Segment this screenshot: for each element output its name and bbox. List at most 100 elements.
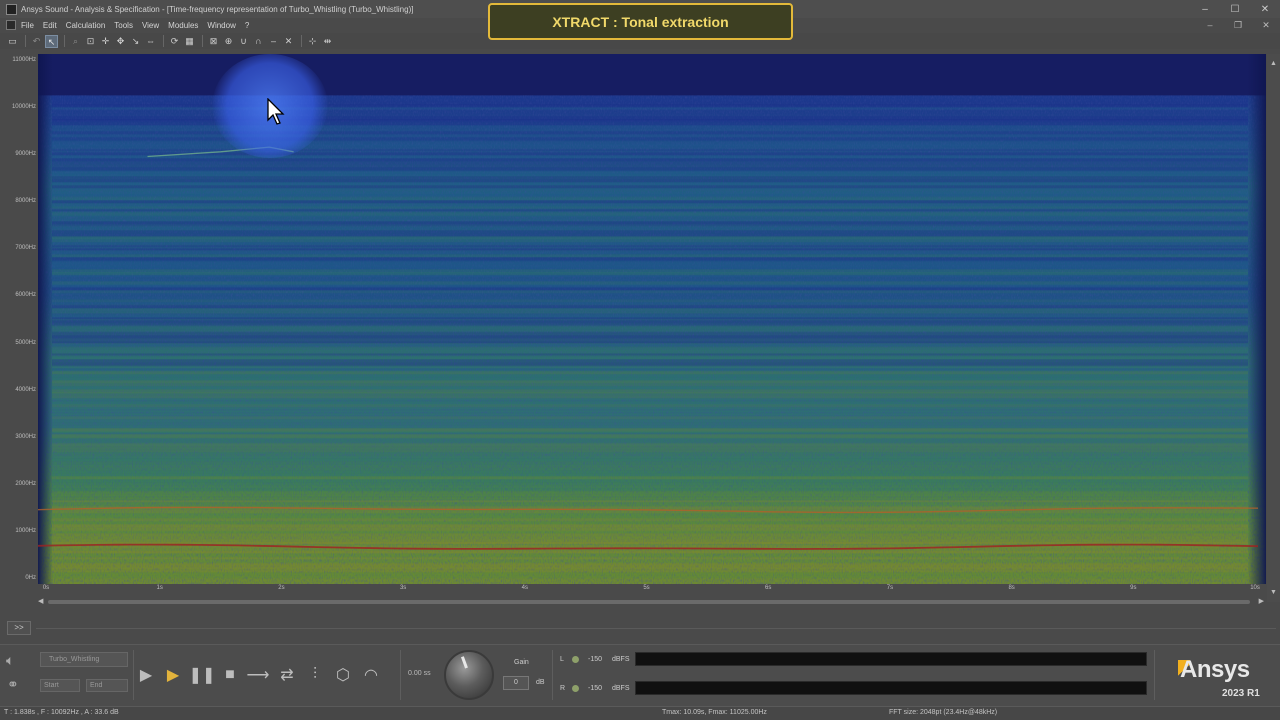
time-tick-label: 0s <box>42 585 50 591</box>
scroll-right-icon[interactable]: ▶ <box>1259 597 1264 605</box>
meter-unit-right: dBFS <box>612 685 630 692</box>
panel-separator <box>1154 650 1155 700</box>
spectrogram-plot[interactable] <box>38 54 1266 584</box>
panel-separator <box>133 650 134 700</box>
move-icon[interactable]: ⇹ <box>321 35 334 48</box>
time-tick-label: 5s <box>643 585 650 591</box>
time-tick-label: 9s <box>1130 585 1137 591</box>
scroll-left-icon[interactable]: ◀ <box>38 597 43 605</box>
gain-unit: dB <box>536 679 545 686</box>
play-selection-icon[interactable]: ▶ <box>162 664 184 686</box>
vertical-scrollbar[interactable]: ▲ ▼ <box>1267 54 1280 602</box>
range-status: Tmax: 10.09s, Fmax: 11025.00Hz <box>662 709 767 716</box>
menu-help[interactable]: ? <box>245 21 249 30</box>
menu-window[interactable]: Window <box>207 21 235 30</box>
toolbar-separator <box>25 35 26 47</box>
union-icon[interactable]: ∪ <box>237 35 250 48</box>
meter-led-right <box>572 685 579 692</box>
open-folder-icon[interactable]: ▭ <box>6 35 19 48</box>
frequency-tick-label: 1000Hz <box>15 527 36 534</box>
cube-icon[interactable]: ⬡ <box>332 664 354 686</box>
time-readout: 0.00 ss <box>408 670 431 677</box>
subtract-icon[interactable]: – <box>267 35 280 48</box>
frequency-tick-label: 8000Hz <box>15 198 36 205</box>
status-bar: T : 1.838s , F : 10092Hz , A : 33.6 dB T… <box>0 706 1280 720</box>
stop-icon[interactable]: ■ <box>219 664 241 686</box>
gain-knob[interactable] <box>444 650 494 700</box>
intersection-icon[interactable]: ∩ <box>252 35 265 48</box>
time-tick-label: 10s <box>1250 585 1260 591</box>
pan-icon[interactable]: ✥ <box>114 35 127 48</box>
frequency-axis: 0Hz 1000Hz 2000Hz 3000Hz 4000Hz 5000Hz 6000Hz 7… <box>0 54 38 584</box>
speaker-icon[interactable]: 🔈︎ <box>6 652 14 669</box>
frequency-tick-label: 0Hz <box>25 575 36 581</box>
spectrogram-canvas[interactable] <box>38 54 1266 584</box>
menu-file[interactable]: File <box>21 21 34 30</box>
menu-tools[interactable]: Tools <box>114 21 133 30</box>
menu-view[interactable]: View <box>142 21 159 30</box>
gain-label: Gain <box>514 659 529 666</box>
frequency-tick-label: 2000Hz <box>15 480 36 487</box>
document-icon[interactable] <box>6 20 16 30</box>
horizontal-scrollbar[interactable]: ◀ ▶ <box>38 597 1266 607</box>
level-meter-right <box>635 681 1147 695</box>
scroll-thumb[interactable] <box>48 600 1250 604</box>
mixer-icon[interactable]: ⫶ <box>304 664 326 686</box>
gain-input[interactable]: 0 <box>503 676 529 690</box>
next-arrow-icon[interactable]: ⟶ <box>247 664 270 686</box>
doc-close-button[interactable]: ✕ <box>1260 20 1272 31</box>
fft-status: FFT size: 2048pt (23.4Hz@48kHz) <box>889 709 998 716</box>
toolbar-separator <box>64 35 65 47</box>
scroll-up-icon[interactable]: ▲ <box>1267 60 1280 67</box>
select-pointer-icon[interactable]: ↖ <box>45 34 58 48</box>
meter-value-left: -150 <box>588 656 603 663</box>
meter-channel-left: L <box>560 656 564 663</box>
frequency-tick-label: 7000Hz <box>15 245 36 252</box>
undo-icon[interactable]: ↶ <box>30 35 43 48</box>
gauge-icon[interactable]: ◠ <box>360 664 382 686</box>
marker-icon[interactable]: ⊹ <box>306 35 319 48</box>
minimize-button[interactable]: – <box>1198 4 1212 15</box>
zoom-box-icon[interactable]: ⊡ <box>84 35 97 48</box>
meter-value-right: -150 <box>588 685 603 692</box>
meter-led-left <box>572 656 579 663</box>
mouse-cursor-icon <box>267 98 285 125</box>
scroll-down-icon[interactable]: ▼ <box>1267 589 1280 596</box>
menu-edit[interactable]: Edit <box>43 21 57 30</box>
end-field[interactable]: End <box>86 679 128 692</box>
pause-icon[interactable]: ❚❚ <box>189 664 216 686</box>
frequency-tick-label: 9000Hz <box>15 151 36 158</box>
expand-panel-button[interactable]: >> <box>7 621 31 635</box>
pick-icon[interactable]: ↘ <box>129 35 142 48</box>
time-tick-label: 1s <box>156 585 163 591</box>
level-meter-left <box>635 652 1147 666</box>
loop-icon[interactable]: ⇄ <box>276 664 298 686</box>
clear-selection-icon[interactable]: ✕ <box>282 35 295 48</box>
fit-icon[interactable]: ⇔ <box>144 35 157 48</box>
time-tick-label: 8s <box>1008 585 1015 591</box>
mask-tool-icon[interactable]: ⊠ <box>207 35 220 48</box>
doc-restore-button[interactable]: ❐ <box>1232 20 1244 31</box>
crosshair-icon[interactable]: ✛ <box>99 35 112 48</box>
toolbar-separator <box>163 35 164 47</box>
track-name-field[interactable]: Turbo_Whistling <box>40 652 128 667</box>
toolbar-separator <box>202 35 203 47</box>
doc-minimize-button[interactable]: – <box>1204 20 1216 30</box>
close-button[interactable]: ✕ <box>1258 4 1272 15</box>
zoom-icon[interactable]: ⌕ <box>69 35 82 48</box>
start-field[interactable]: Start <box>40 679 80 692</box>
version-label: 2023 R1 <box>1222 688 1260 699</box>
time-tick-label: 4s <box>521 585 528 591</box>
link-icon[interactable]: ⚭ <box>7 676 19 693</box>
play-icon[interactable]: ▶ <box>135 664 157 686</box>
menu-modules[interactable]: Modules <box>168 21 198 30</box>
maximize-button[interactable]: ☐ <box>1228 4 1242 15</box>
grid-icon[interactable]: ▦ <box>183 35 196 48</box>
menu-calculation[interactable]: Calculation <box>66 21 106 30</box>
cursor-status: T : 1.838s , F : 10092Hz , A : 33.6 dB <box>4 709 119 716</box>
refresh-icon[interactable]: ⟳ <box>168 35 181 48</box>
time-tick-label: 7s <box>886 585 894 591</box>
meter-unit-left: dBFS <box>612 656 630 663</box>
target-icon[interactable]: ⊕ <box>222 35 235 48</box>
meter-channel-right: R <box>560 685 566 692</box>
